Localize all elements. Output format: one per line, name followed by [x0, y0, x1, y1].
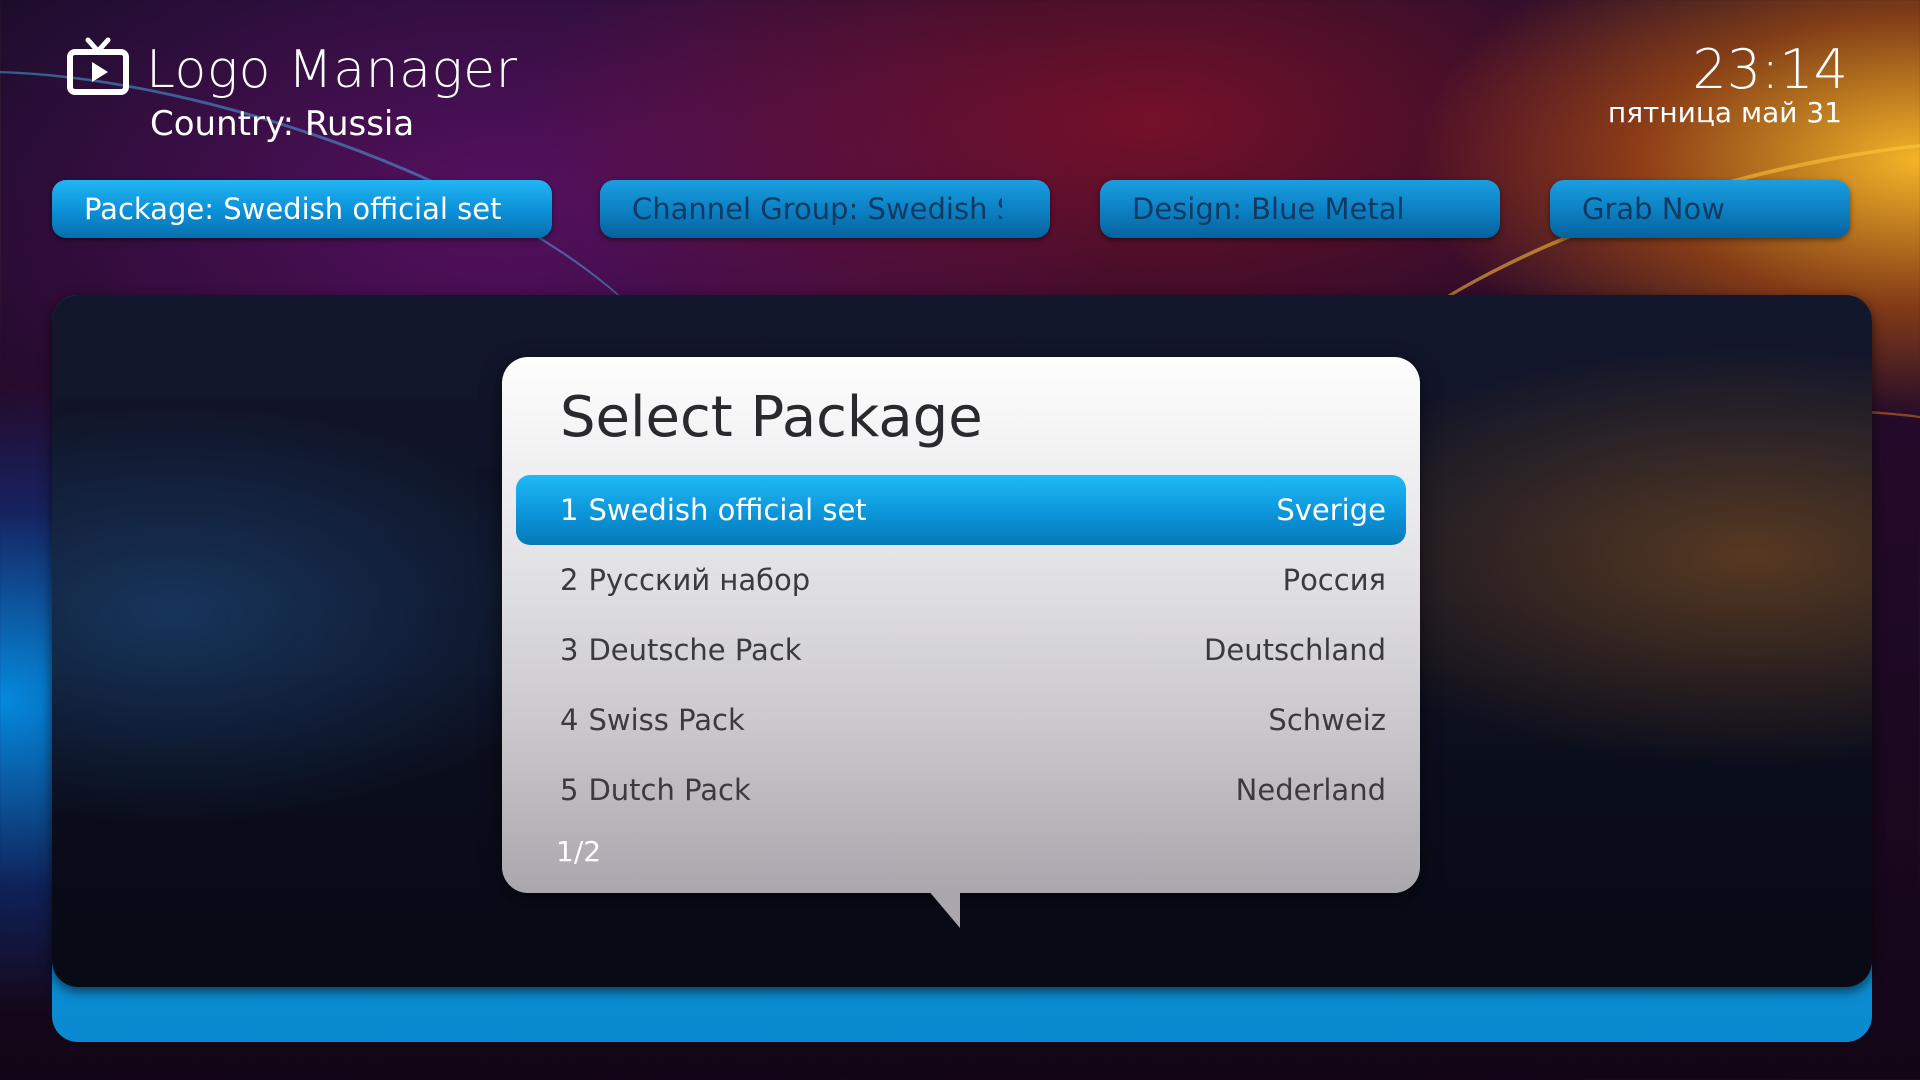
design-button[interactable]: Design: Blue Metal — [1100, 180, 1500, 238]
package-number: 3 — [560, 633, 579, 667]
package-name: Dutch Pack — [588, 773, 751, 807]
channel-group-button[interactable]: Channel Group: Swedish Spo — [600, 180, 1050, 238]
date: пятница май 31 — [1607, 96, 1842, 129]
package-name: Русский набор — [588, 563, 811, 597]
package-country: Nederland — [1235, 773, 1386, 807]
package-button-label: Package: Swedish official set — [84, 192, 502, 226]
app-title: Logo Manager — [146, 40, 518, 100]
grab-now-button-label: Grab Now — [1582, 192, 1725, 226]
package-name: Swedish official set — [588, 493, 867, 527]
tv-icon — [67, 37, 129, 95]
select-package-dialog: Select Package 1 Swedish official set Sv… — [502, 357, 1420, 893]
package-country: Deutschland — [1204, 633, 1386, 667]
dialog-title: Select Package — [560, 385, 983, 450]
package-number: 4 — [560, 703, 579, 737]
package-number: 5 — [560, 773, 579, 807]
package-button[interactable]: Package: Swedish official set — [52, 180, 552, 238]
channel-group-button-label: Channel Group: Swedish Spo — [632, 192, 1002, 226]
package-list: 1 Swedish official set Sverige 2 Русский… — [516, 475, 1406, 825]
clock: 23:14 — [1692, 38, 1848, 101]
package-country: Schweiz — [1268, 703, 1386, 737]
package-item[interactable]: 2 Русский набор Россия — [516, 545, 1406, 615]
package-number: 1 — [560, 493, 579, 527]
package-name: Swiss Pack — [588, 703, 745, 737]
package-number: 2 — [560, 563, 579, 597]
package-item[interactable]: 4 Swiss Pack Schweiz — [516, 685, 1406, 755]
design-button-label: Design: Blue Metal — [1132, 192, 1405, 226]
page-indicator: 1/2 — [556, 835, 602, 868]
package-item[interactable]: 3 Deutsche Pack Deutschland — [516, 615, 1406, 685]
package-country: Россия — [1282, 563, 1386, 597]
package-country: Sverige — [1276, 493, 1386, 527]
dialog-pointer — [928, 890, 960, 928]
grab-now-button[interactable]: Grab Now — [1550, 180, 1850, 238]
package-name: Deutsche Pack — [588, 633, 802, 667]
package-item[interactable]: 5 Dutch Pack Nederland — [516, 755, 1406, 825]
package-item[interactable]: 1 Swedish official set Sverige — [516, 475, 1406, 545]
country-label: Country: Russia — [150, 104, 415, 144]
